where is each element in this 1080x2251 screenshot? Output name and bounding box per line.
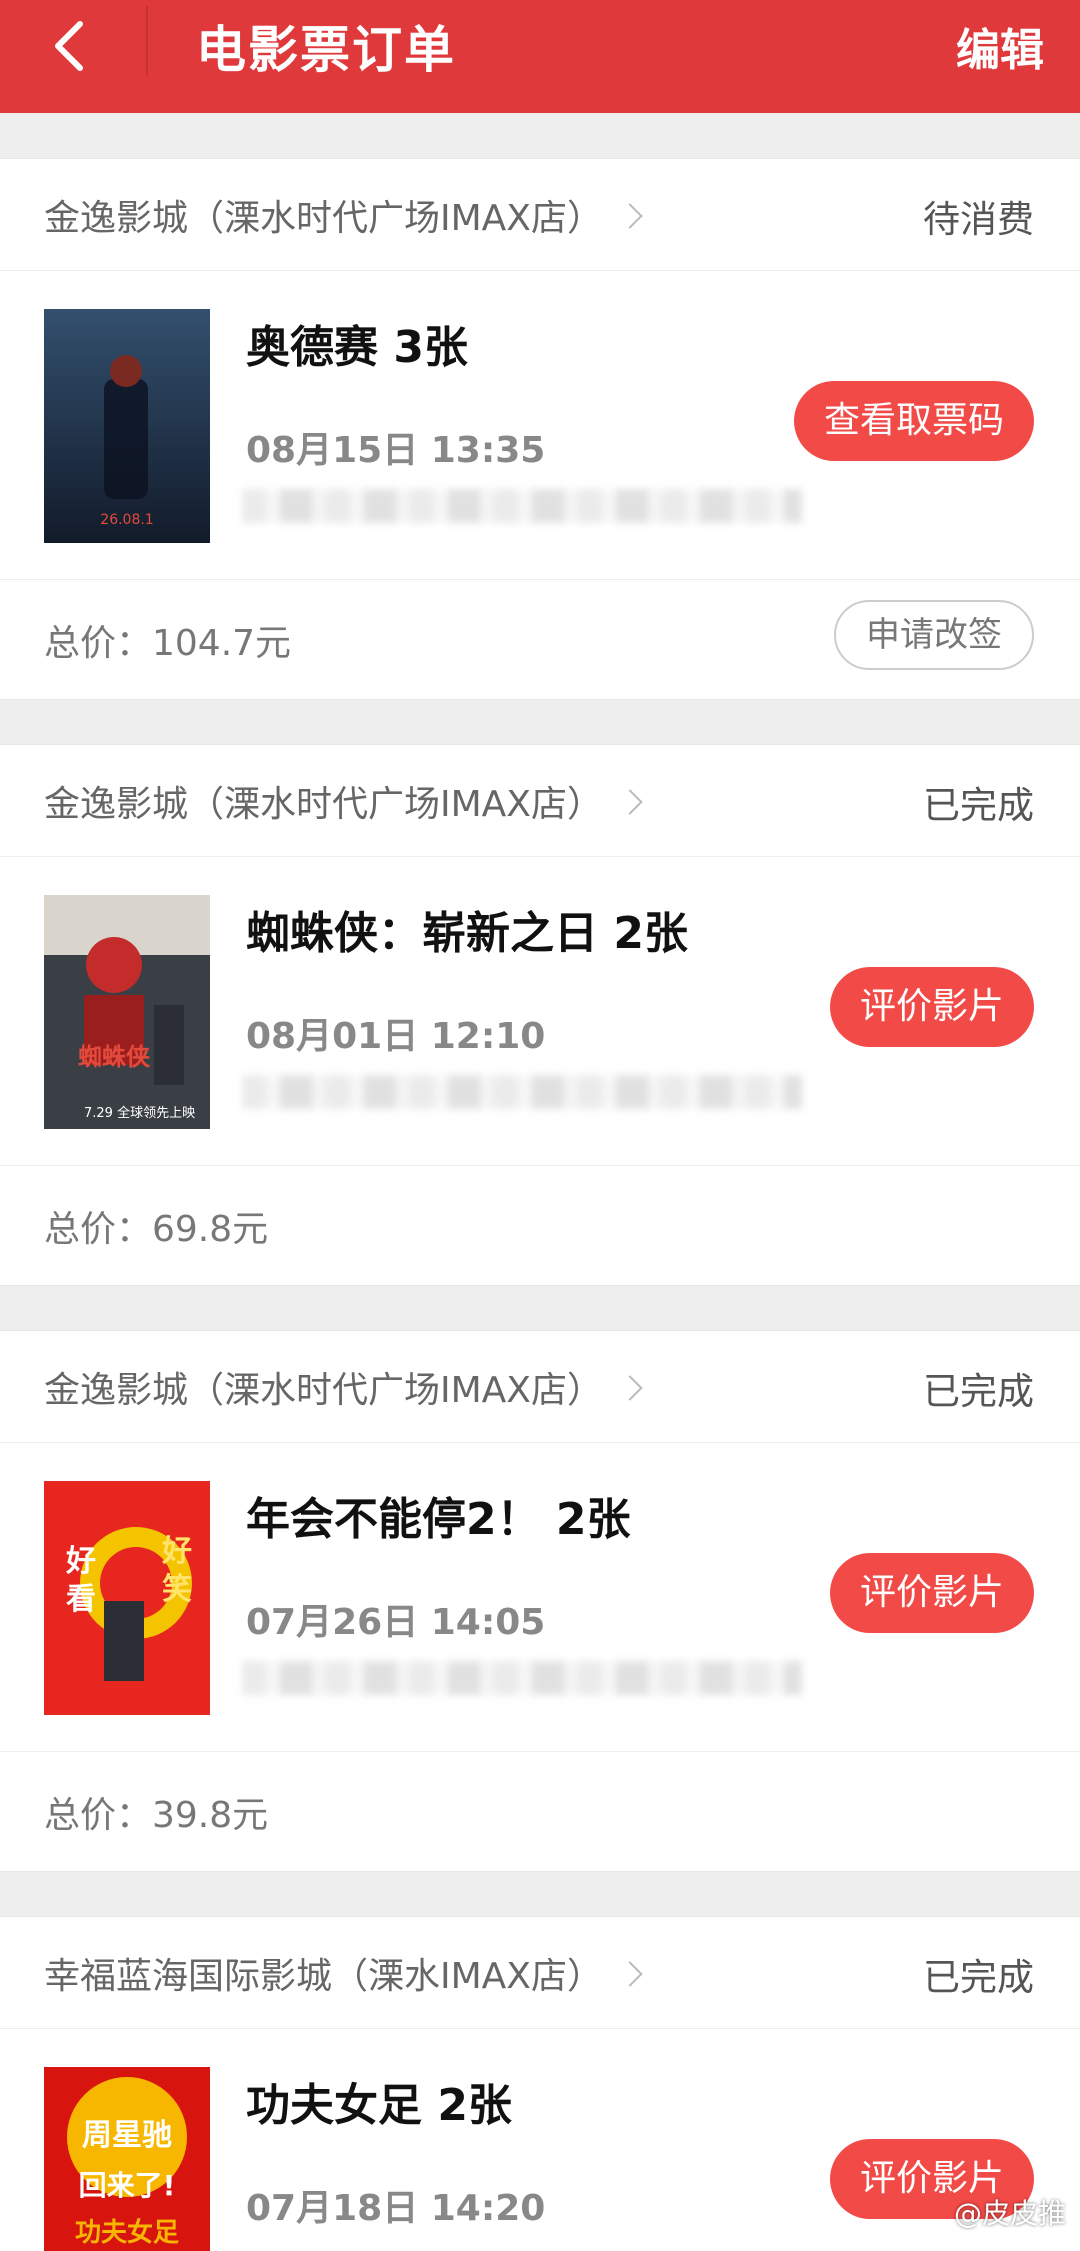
price-row: 总价：39.8元 [0, 1751, 1080, 1863]
svg-text:功夫女足: 功夫女足 [75, 2217, 179, 2248]
cinema-name: 金逸影城（溧水时代广场IMAX店） [44, 1361, 643, 1413]
cinema-row[interactable]: 金逸影城（溧水时代广场IMAX店） 已完成 [0, 1331, 1080, 1443]
order-status: 已完成 [923, 1956, 1034, 1999]
back-arrow-icon[interactable] [40, 16, 100, 76]
edit-button[interactable]: 编辑 [956, 14, 1044, 78]
chevron-right-icon [617, 203, 643, 229]
chevron-right-icon [617, 789, 643, 815]
order-status: 已完成 [923, 784, 1034, 827]
redacted-seat-info [242, 1661, 802, 1695]
showtime: 07月18日 14:20 [246, 2188, 546, 2229]
svg-text:周星驰: 周星驰 [82, 2118, 172, 2153]
movie-poster[interactable]: 26.08.1 [44, 309, 210, 543]
svg-text:笑: 笑 [162, 1572, 192, 1607]
order-status: 已完成 [923, 1370, 1034, 1413]
svg-text:看: 看 [66, 1582, 96, 1617]
svg-text:蜘蛛侠: 蜘蛛侠 [78, 1043, 151, 1071]
rate-movie-button[interactable]: 评价影片 [829, 967, 1034, 1047]
cinema-name: 幸福蓝海国际影城（溧水IMAX店） [44, 1947, 643, 1999]
price-row: 总价：69.8元 [0, 1165, 1080, 1277]
cinema-name: 金逸影城（溧水时代广场IMAX店） [44, 189, 643, 241]
svg-text:26.08.1: 26.08.1 [100, 512, 153, 528]
movie-title: 年会不能停2！ 2张 [246, 1494, 631, 1545]
header-divider [146, 6, 148, 76]
chevron-right-icon [617, 1961, 643, 1987]
movie-poster[interactable]: 好 看 好 笑 [44, 1481, 210, 1715]
svg-text:好: 好 [65, 1544, 96, 1579]
movie-poster[interactable]: 周星驰 回来了! 功夫女足 [44, 2067, 210, 2251]
movie-title: 奥德赛 3张 [246, 322, 468, 373]
movie-poster[interactable]: 蜘蛛侠 7.29 全球领先上映 [44, 895, 210, 1129]
cinema-name: 金逸影城（溧水时代广场IMAX店） [44, 775, 643, 827]
showtime: 08月01日 12:10 [246, 1016, 546, 1057]
showtime: 08月15日 13:35 [246, 430, 546, 471]
page-title: 电影票订单 [196, 21, 456, 79]
order-card[interactable]: 金逸影城（溧水时代广场IMAX店） 已完成 好 看 好 笑 年会不能停2！ 2张… [0, 1330, 1080, 1872]
price-row: 总价：104.7元 申请改签 [0, 579, 1080, 691]
rate-movie-button[interactable]: 评价影片 [829, 1553, 1034, 1633]
order-card[interactable]: 金逸影城（溧水时代广场IMAX店） 已完成 蜘蛛侠 7.29 全球领先上映 蜘蛛… [0, 744, 1080, 1286]
showtime: 07月26日 14:05 [246, 1602, 546, 1643]
redacted-seat-info [242, 489, 802, 523]
watermark-text: @皮皮推 [953, 2197, 1066, 2230]
order-status: 待消费 [923, 198, 1034, 241]
svg-text:好: 好 [161, 1534, 192, 1569]
view-ticket-code-button[interactable]: 查看取票码 [793, 381, 1034, 461]
movie-title: 功夫女足 2张 [246, 2080, 512, 2131]
svg-text:回来了!: 回来了! [79, 2169, 176, 2202]
cinema-row[interactable]: 金逸影城（溧水时代广场IMAX店） 已完成 [0, 745, 1080, 857]
cinema-row[interactable]: 金逸影城（溧水时代广场IMAX店） 待消费 [0, 159, 1080, 271]
reschedule-button[interactable]: 申请改签 [834, 600, 1034, 670]
app-header: 电影票订单 编辑 [0, 0, 1080, 113]
redacted-seat-info [242, 1075, 802, 1109]
svg-text:7.29 全球领先上映: 7.29 全球领先上映 [84, 1105, 195, 1121]
chevron-right-icon [617, 1375, 643, 1401]
order-card[interactable]: 幸福蓝海国际影城（溧水IMAX店） 已完成 周星驰 回来了! 功夫女足 功夫女足… [0, 1916, 1080, 2251]
total-price: 总价：69.8元 [44, 1209, 269, 1250]
total-price: 总价：39.8元 [44, 1795, 269, 1836]
cinema-row[interactable]: 幸福蓝海国际影城（溧水IMAX店） 已完成 [0, 1917, 1080, 2029]
total-price: 总价：104.7元 [44, 623, 292, 664]
movie-title: 蜘蛛侠：崭新之日 2张 [246, 908, 688, 959]
order-card[interactable]: 金逸影城（溧水时代广场IMAX店） 待消费 26.08.1 奥德赛 3张 08月… [0, 158, 1080, 700]
